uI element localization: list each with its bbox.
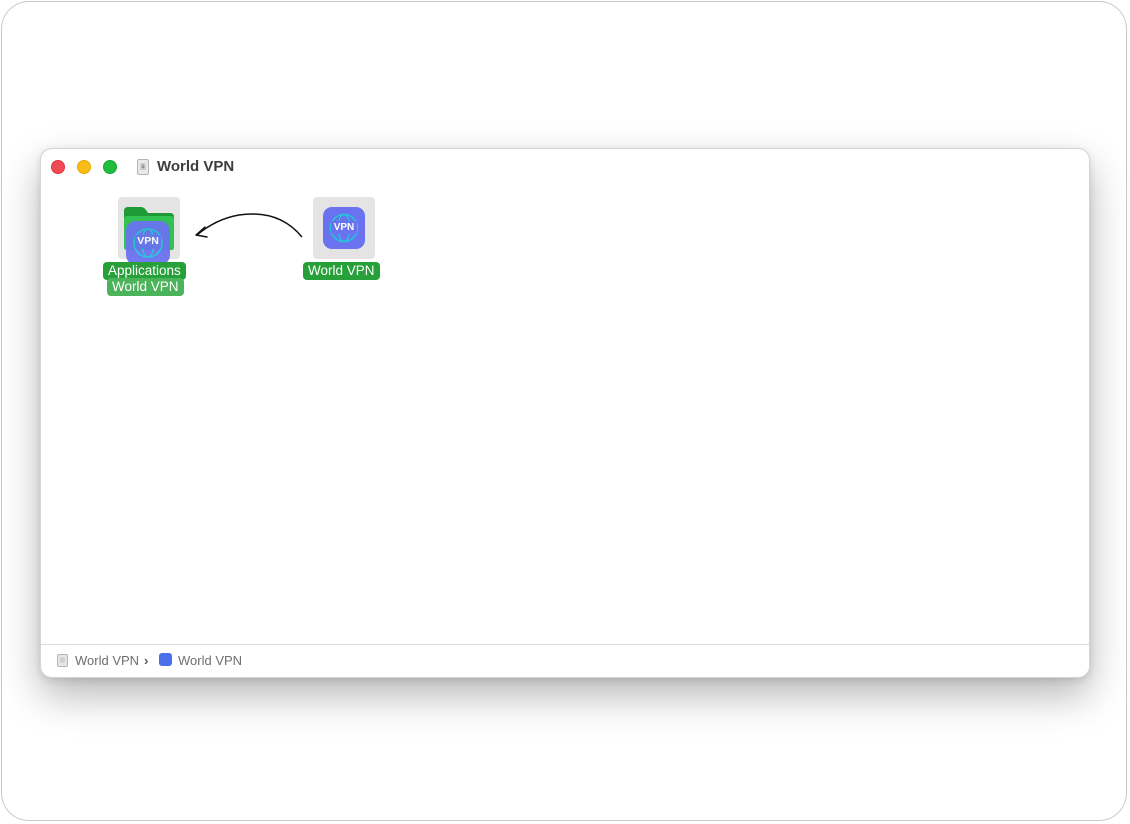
window-title: World VPN xyxy=(157,158,235,175)
path-item-app[interactable]: World VPN xyxy=(178,653,242,668)
applications-folder-item[interactable]: VPN Applications World VPN xyxy=(103,197,193,297)
vpn-app-icon xyxy=(159,653,172,666)
world-vpn-label: World VPN xyxy=(303,262,380,280)
finder-window: World VPN VPN Applications World VPN VPN… xyxy=(40,148,1090,678)
minimize-button[interactable] xyxy=(77,160,91,174)
title-bar[interactable]: World VPN xyxy=(41,149,1089,185)
disk-image-icon xyxy=(137,159,149,175)
world-vpn-app-item[interactable]: VPN World VPN xyxy=(299,197,389,283)
path-separator: › xyxy=(144,653,149,668)
dragged-vpn-app-icon[interactable]: VPN xyxy=(126,221,170,265)
dragged-vpn-text: VPN xyxy=(135,235,161,248)
path-item-disk[interactable]: World VPN xyxy=(75,653,139,668)
zoom-button[interactable] xyxy=(103,160,117,174)
dragged-app-label: World VPN xyxy=(107,278,184,296)
curved-arrow-icon xyxy=(195,213,303,238)
vpn-app-text: VPN xyxy=(331,221,357,234)
close-button[interactable] xyxy=(51,160,65,174)
path-bar: World VPN › World VPN xyxy=(41,644,1089,677)
disk-image-icon xyxy=(57,654,68,667)
vpn-app-icon: VPN xyxy=(323,207,365,249)
